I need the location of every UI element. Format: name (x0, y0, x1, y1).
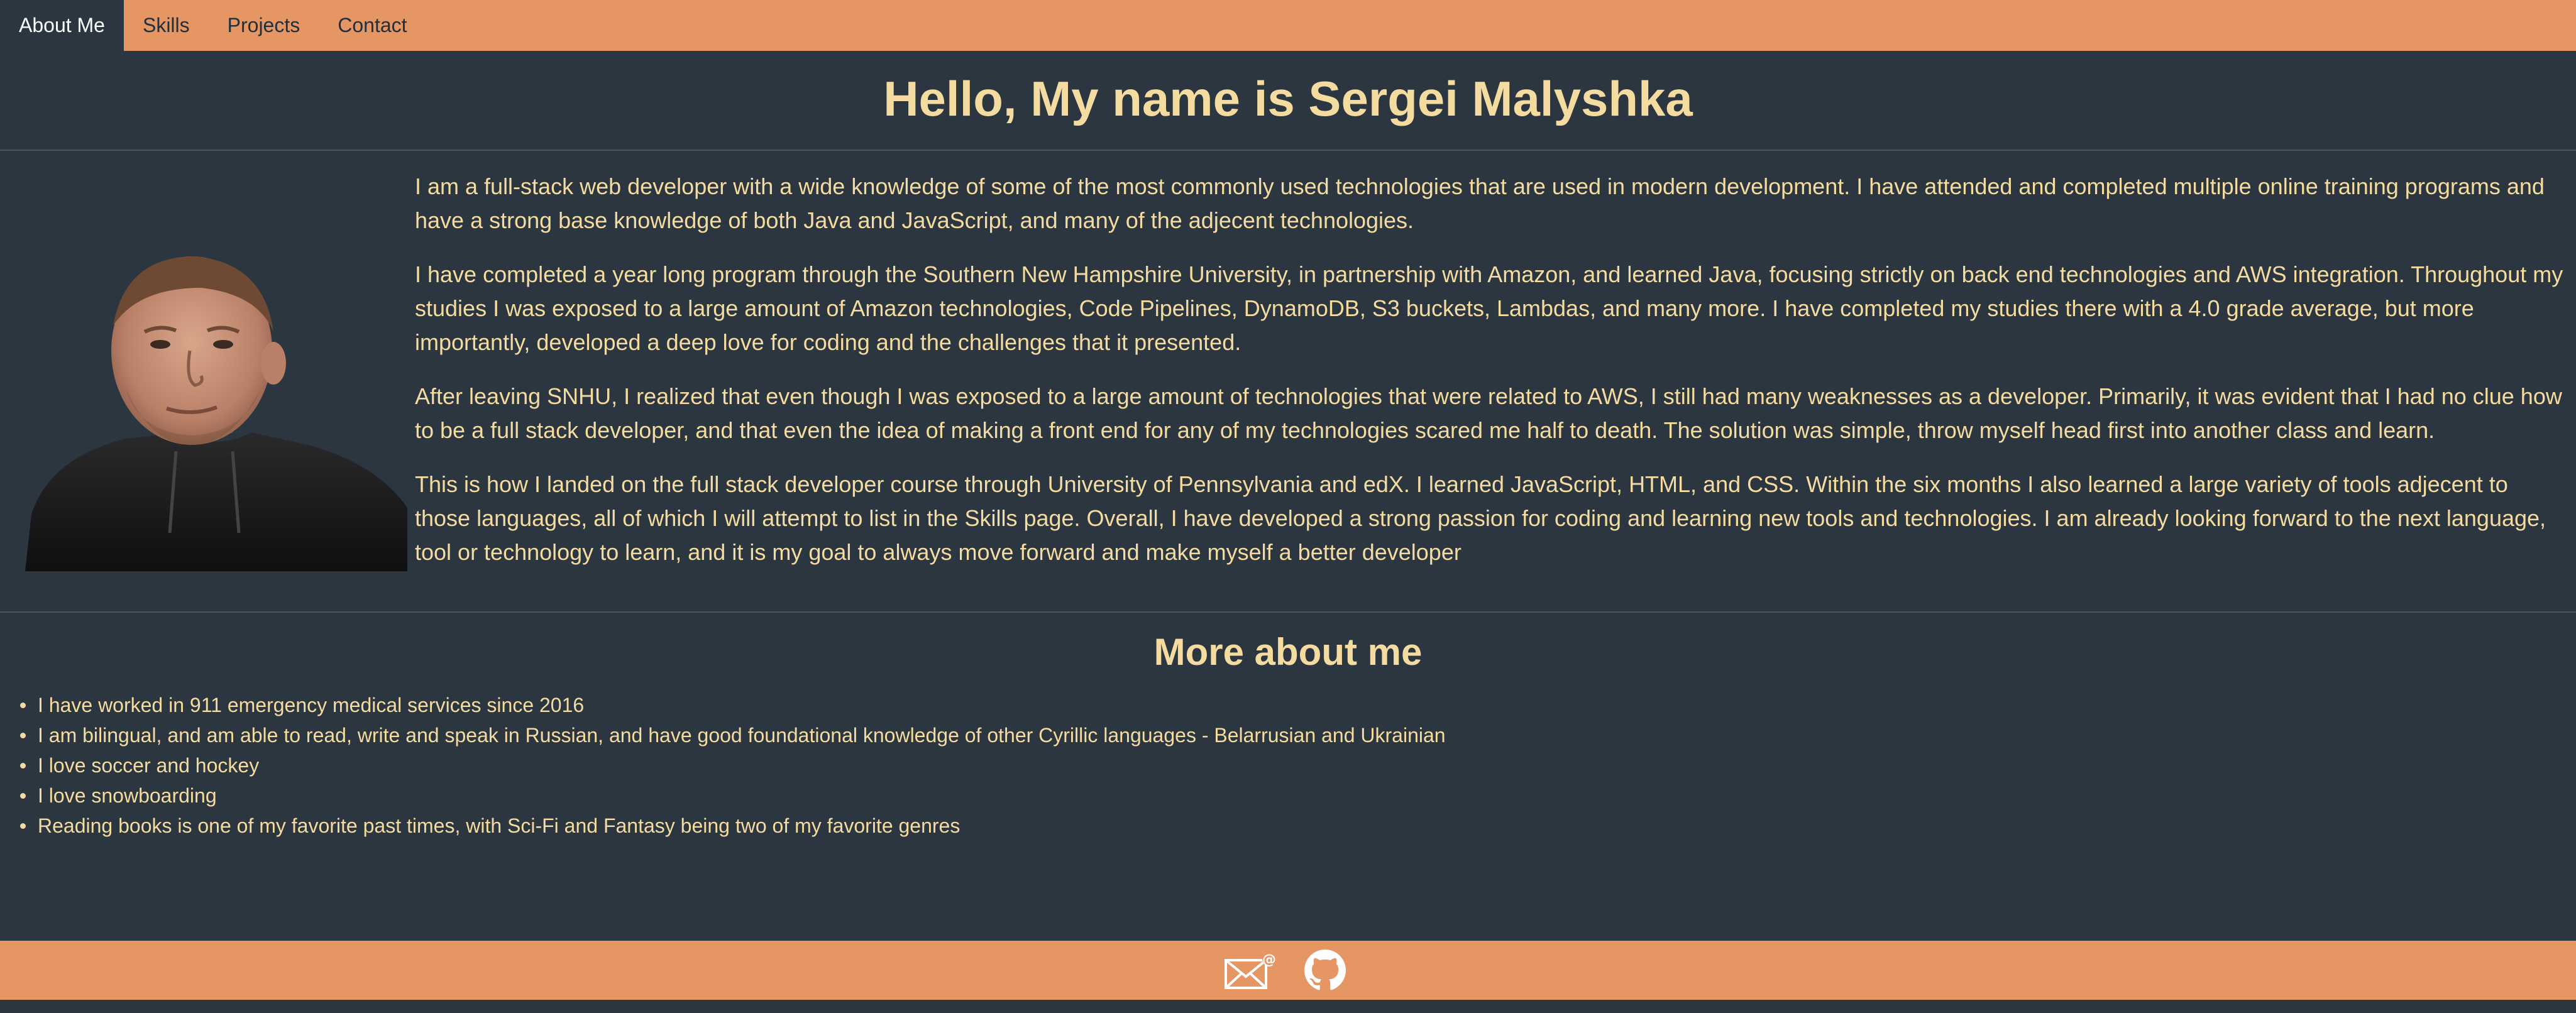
nav-about-me[interactable]: About Me (0, 0, 124, 51)
header-divider (0, 150, 2576, 151)
page-title: Hello, My name is Sergei Malyshka (883, 71, 1693, 126)
nav-skills[interactable]: Skills (124, 0, 209, 51)
about-bio: I am a full-stack web developer with a w… (415, 170, 2565, 589)
email-link[interactable]: @ (1223, 948, 1279, 992)
nav-projects[interactable]: Projects (209, 0, 319, 51)
bio-paragraph: This is how I landed on the full stack d… (415, 471, 2546, 565)
facts-list: I have worked in 911 emergency medical s… (20, 690, 2535, 841)
bio-paragraph: I am a full-stack web developer with a w… (415, 173, 2545, 233)
list-item: I love snowboarding (20, 780, 2535, 811)
top-navbar: About Me Skills Projects Contact (0, 0, 2576, 51)
list-item: I love soccer and hockey (20, 750, 2535, 780)
nav-contact[interactable]: Contact (319, 0, 426, 51)
email-icon: @ (1225, 952, 1276, 989)
profile-photo-graphic (25, 244, 407, 571)
bio-paragraph: After leaving SNHU, I realized that even… (415, 383, 2562, 443)
github-link[interactable] (1297, 948, 1353, 992)
svg-text:@: @ (1262, 952, 1276, 968)
bio-paragraph: I have completed a year long program thr… (415, 261, 2563, 355)
github-icon (1304, 950, 1346, 990)
footer: @ (0, 941, 2576, 1000)
section-divider (0, 611, 2576, 613)
list-item: Reading books is one of my favorite past… (20, 811, 2535, 841)
list-item: I have worked in 911 emergency medical s… (20, 690, 2535, 720)
profile-photo (25, 244, 407, 571)
list-item: I am bilingual, and am able to read, wri… (20, 720, 2535, 750)
more-about-me-heading: More about me (1153, 631, 1423, 673)
